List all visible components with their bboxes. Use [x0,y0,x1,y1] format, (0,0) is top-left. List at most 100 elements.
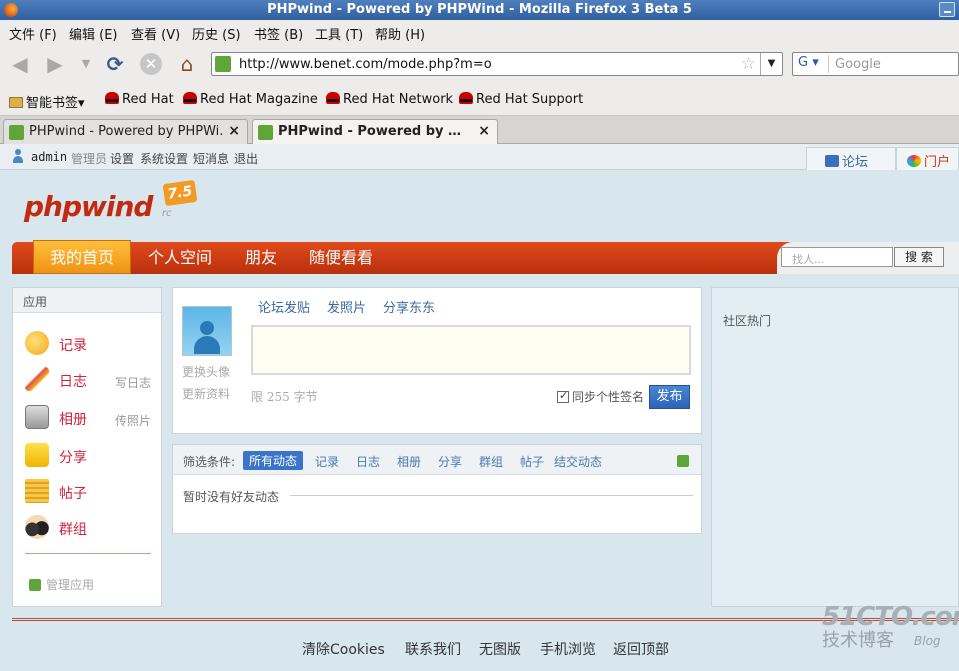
manage-apps-link[interactable]: 管理应用 [29,576,94,593]
tab-1[interactable]: PHPwind - Powered by PHPWi… × [3,119,248,144]
avatar[interactable] [182,306,232,356]
footer-text-version[interactable]: 无图版 [479,639,521,659]
filter-record[interactable]: 记录 [315,453,339,470]
tab-label: PHPwind - Powered by PHPWi… [29,124,225,139]
menubar: 文件 (F) 编辑 (E) 查看 (V) 历史 (S) 书签 (B) 工具 (T… [0,20,959,44]
hot-title: 社区热门 [723,314,772,328]
app-posts[interactable]: 帖子 [25,479,155,507]
search-engine-icon[interactable]: G ▾ [795,55,829,73]
navigation-toolbar: ◀ ▶ ▼ ⟳ ✕ ⌂ http://www.benet.com/mode.ph… [0,44,959,84]
change-avatar-link[interactable]: 更换头像 [182,363,230,380]
bookmark-redhat[interactable]: Red Hat [105,92,174,107]
bookmark-star-icon[interactable]: ☆ [741,54,756,74]
sidebar-divider [25,553,151,554]
nav-friends[interactable]: 朋友 [245,242,277,274]
filter-friendship[interactable]: 结交动态 [554,453,602,470]
menu-view[interactable]: 查看 (V) [131,24,180,43]
window-title: PHPwind - Powered by PHPWind - Mozilla F… [267,2,692,17]
app-share[interactable]: 分享 [25,443,155,471]
footer-contact[interactable]: 联系我们 [405,639,461,659]
footer-clear-cookies[interactable]: 清除Cookies [302,639,385,659]
nav-my-home[interactable]: 我的首页 [33,240,132,274]
footer-mobile[interactable]: 手机浏览 [540,639,596,659]
url-text[interactable]: http://www.benet.com/mode.php?m=o [239,57,492,72]
people-search: 找人... 搜 索 [777,242,959,274]
footer-back-to-top[interactable]: 返回顶部 [613,639,669,659]
tab-share-stuff[interactable]: 分享东东 [383,297,435,316]
firefox-icon [4,3,18,17]
sync-checkbox[interactable] [557,389,569,403]
filter-posts[interactable]: 帖子 [520,453,544,470]
feed-settings-icon[interactable] [677,455,689,467]
username-link[interactable]: admin [31,150,67,164]
forum-icon [825,155,839,167]
window-titlebar: PHPwind - Powered by PHPWind - Mozilla F… [0,0,959,20]
watermark-line3: Blog [914,634,941,648]
menu-file[interactable]: 文件 (F) [9,24,57,43]
url-bar[interactable]: http://www.benet.com/mode.php?m=o ☆ ▼ [211,52,783,76]
tab-forum-post[interactable]: 论坛发贴 [258,297,310,316]
app-groups[interactable]: 群组 [25,515,155,543]
bookmark-redhat-support[interactable]: Red Hat Support [459,92,583,107]
app-label: 相册 [59,412,87,428]
compose-box: 更换头像 更新资料 论坛发贴 发照片 分享东东 限 255 字节 同步个性签名 … [172,287,702,434]
menu-bookmarks[interactable]: 书签 (B) [254,24,303,43]
portal-tab-label: 门户 [924,155,951,170]
nav-browse[interactable]: 随便看看 [309,242,373,274]
close-tab-icon[interactable]: × [478,123,490,139]
history-dropdown-icon[interactable]: ▼ [74,52,98,76]
home-icon[interactable]: ⌂ [175,52,199,76]
tab-post-photo[interactable]: 发照片 [327,297,366,316]
forward-arrow-icon[interactable]: ▶ [43,52,67,76]
menu-tools[interactable]: 工具 (T) [315,24,363,43]
menu-edit[interactable]: 编辑 (E) [69,24,118,43]
settings-link[interactable]: 设置 [110,150,134,167]
app-label: 分享 [59,450,87,466]
phpwind-logo[interactable]: phpwind 7.5 rc [24,179,198,223]
filter-album[interactable]: 相册 [397,453,421,470]
url-dropdown-icon[interactable]: ▼ [760,53,782,75]
reload-icon[interactable]: ⟳ [103,52,127,76]
search-bar[interactable]: G ▾ Google [792,52,959,76]
forum-tab[interactable]: 论坛 [806,147,896,170]
system-settings-link[interactable]: 系统设置 [140,150,188,167]
sync-signature[interactable]: 同步个性签名 [557,388,644,405]
redhat-icon [183,92,197,104]
find-people-input[interactable]: 找人... [781,247,893,267]
app-diary[interactable]: 日志 写日志 [25,367,155,395]
redhat-icon [105,92,119,104]
search-placeholder[interactable]: Google [835,57,881,72]
site-favicon-icon [215,56,231,72]
bookmark-label: Red Hat Magazine [200,92,318,107]
upload-photo-link[interactable]: 传照片 [115,412,151,429]
bookmark-redhat-network[interactable]: Red Hat Network [326,92,453,107]
update-profile-link[interactable]: 更新资料 [182,385,230,402]
messages-link[interactable]: 短消息 [193,150,229,167]
bookmark-redhat-magazine[interactable]: Red Hat Magazine [183,92,318,107]
bookmark-smart[interactable]: 智能书签▾ [9,92,85,111]
portal-tab[interactable]: 门户 [896,147,959,170]
status-textarea[interactable] [251,325,691,375]
app-album[interactable]: 相册 传照片 [25,405,155,433]
bookmark-label: Red Hat Network [343,92,454,107]
filter-share[interactable]: 分享 [438,453,462,470]
minimize-button[interactable] [939,2,955,17]
menu-history[interactable]: 历史 (S) [192,24,241,43]
publish-button[interactable]: 发布 [649,385,690,409]
search-button[interactable]: 搜 索 [894,247,944,267]
write-diary-link[interactable]: 写日志 [115,374,151,391]
app-record[interactable]: 记录 [25,331,155,359]
menu-help[interactable]: 帮助 (H) [375,24,425,43]
wrench-icon [29,579,41,591]
close-tab-icon[interactable]: × [228,123,240,139]
tab-favicon-icon [258,125,273,140]
stop-icon[interactable]: ✕ [140,53,162,75]
filter-all[interactable]: 所有动态 [243,451,304,470]
back-arrow-icon[interactable]: ◀ [8,52,32,76]
nav-personal-space[interactable]: 个人空间 [148,242,212,274]
filter-group[interactable]: 群组 [479,453,503,470]
logout-link[interactable]: 退出 [234,150,258,167]
char-limit: 限 255 字节 [251,390,318,404]
tab-2-active[interactable]: PHPwind - Powered by … × [252,119,498,145]
filter-diary[interactable]: 日志 [356,453,380,470]
